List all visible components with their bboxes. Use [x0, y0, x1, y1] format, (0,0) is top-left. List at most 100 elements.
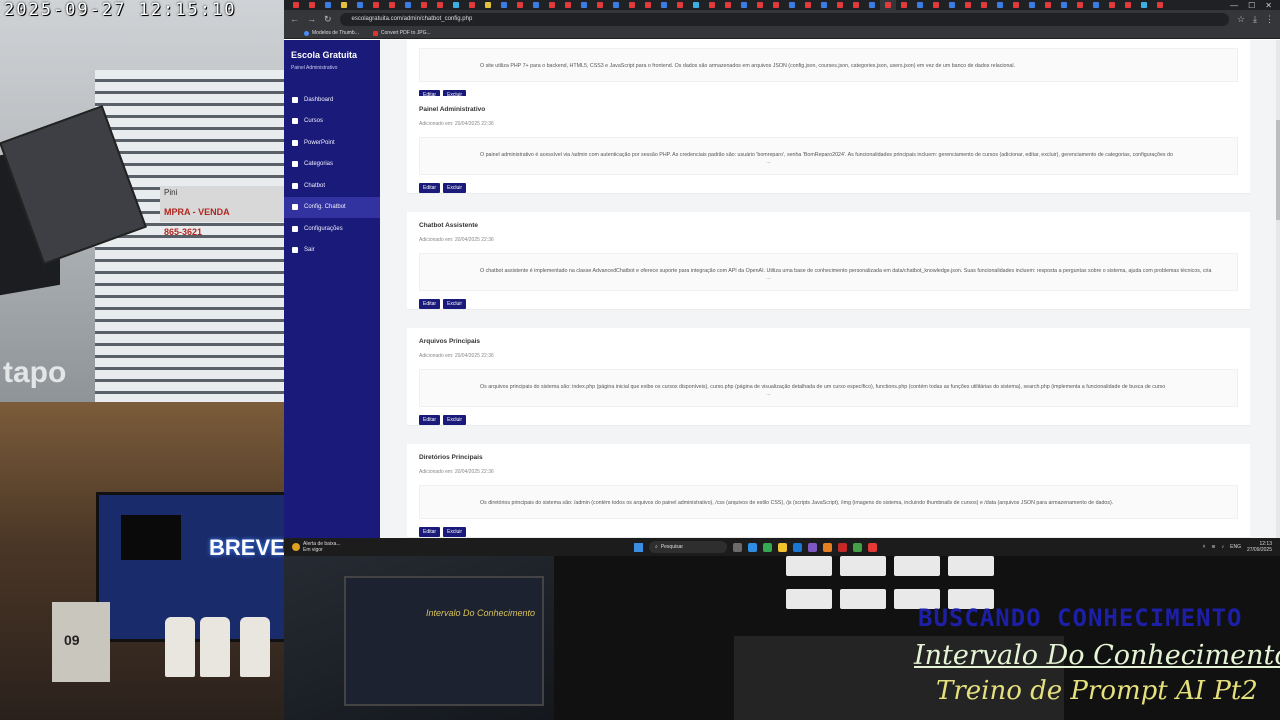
sidebar-item-5[interactable]: Config. Chatbot — [284, 196, 380, 218]
close-icon[interactable]: ✕ — [1265, 1, 1272, 10]
folder-icon[interactable] — [778, 542, 787, 552]
sidebar-item-6[interactable]: Configurações — [284, 218, 380, 240]
browser-tab[interactable] — [800, 0, 816, 10]
browser-tab[interactable] — [944, 0, 960, 10]
browser-tab[interactable] — [352, 0, 368, 10]
browser-tab[interactable] — [736, 0, 752, 10]
browser-tab[interactable] — [544, 0, 560, 10]
browser-tab[interactable] — [400, 0, 416, 10]
browser-tab[interactable] — [832, 0, 848, 10]
browser-tab[interactable] — [592, 0, 608, 10]
delete-button[interactable]: Excluir — [443, 299, 467, 309]
taskbar-search[interactable]: ⌕ Pesquisar — [649, 541, 727, 553]
app-icon[interactable] — [823, 542, 832, 552]
browser-tab[interactable] — [608, 0, 624, 10]
back-icon[interactable]: ← — [290, 14, 299, 24]
browser-tab[interactable] — [480, 0, 496, 10]
browser-tab[interactable] — [688, 0, 704, 10]
browser-tab[interactable] — [752, 0, 768, 10]
browser-tab[interactable] — [768, 0, 784, 10]
browser-tab[interactable] — [528, 0, 544, 10]
browser-tab[interactable] — [896, 0, 912, 10]
browser-tab[interactable] — [1104, 0, 1120, 10]
browser-tab[interactable] — [880, 0, 896, 10]
browser-tab[interactable] — [432, 0, 448, 10]
app-icon[interactable] — [838, 542, 847, 552]
browser-tab[interactable] — [320, 0, 336, 10]
bookmark-item[interactable]: Convert PDF to JPG... — [372, 30, 431, 36]
edit-button[interactable]: Editar — [419, 527, 441, 537]
sidebar-item-1[interactable]: Cursos — [284, 111, 380, 133]
minimize-icon[interactable]: — — [1230, 1, 1238, 10]
browser-tab[interactable] — [656, 0, 672, 10]
scrollbar-thumb[interactable] — [1276, 120, 1280, 220]
browser-tab[interactable] — [1136, 0, 1152, 10]
browser-tab[interactable] — [336, 0, 352, 10]
sidebar-item-4[interactable]: Chatbot — [284, 175, 380, 197]
url-input[interactable]: escolagratuita.com/admin/chatbot_config.… — [339, 12, 1229, 26]
reload-icon[interactable]: ↻ — [324, 14, 332, 25]
browser-tab[interactable] — [1024, 0, 1040, 10]
menu-icon[interactable]: ⋮ — [1265, 14, 1274, 25]
app-icon[interactable] — [808, 542, 817, 552]
weather-alert[interactable]: Alerta de baixa... Em vigor — [284, 541, 404, 553]
sidebar-item-2[interactable]: PowerPoint — [284, 132, 380, 154]
edit-button[interactable]: Editar — [419, 415, 441, 425]
chevron-up-icon[interactable]: ˄ — [1203, 544, 1206, 550]
browser-tab[interactable] — [672, 0, 688, 10]
wifi-icon[interactable]: ≋ — [1211, 544, 1215, 550]
browser-tab[interactable] — [560, 0, 576, 10]
forward-icon[interactable]: → — [307, 14, 316, 24]
sidebar-item-0[interactable]: Dashboard — [284, 89, 380, 111]
browser-tab[interactable] — [928, 0, 944, 10]
browser-tab[interactable] — [1120, 0, 1136, 10]
browser-tab[interactable] — [992, 0, 1008, 10]
browser-tab[interactable] — [912, 0, 928, 10]
browser-tab[interactable] — [576, 0, 592, 10]
browser-tab[interactable] — [1008, 0, 1024, 10]
browser-tab[interactable] — [640, 0, 656, 10]
browser-tab[interactable] — [384, 0, 400, 10]
star-icon[interactable]: ☆ — [1237, 14, 1245, 25]
browser-tab[interactable] — [848, 0, 864, 10]
store-icon[interactable] — [793, 542, 802, 552]
sidebar-item-7[interactable]: Sair — [284, 240, 380, 262]
browser-tab[interactable] — [496, 0, 512, 10]
edit-button[interactable]: Editar — [419, 183, 441, 193]
browser-tab[interactable] — [448, 0, 464, 10]
browser-tab[interactable] — [1040, 0, 1056, 10]
browser-tab[interactable] — [1072, 0, 1088, 10]
browser-tab[interactable] — [464, 0, 480, 10]
windows-start-icon[interactable] — [634, 542, 643, 552]
browser-tab[interactable] — [416, 0, 432, 10]
filezilla-icon[interactable] — [868, 542, 877, 552]
browser-tab[interactable] — [1152, 0, 1168, 10]
sidebar-item-3[interactable]: Categorias — [284, 154, 380, 176]
browser-tab[interactable] — [720, 0, 736, 10]
delete-button[interactable]: Excluir — [443, 183, 467, 193]
browser-tab[interactable] — [976, 0, 992, 10]
download-icon[interactable]: ⤓ — [1253, 14, 1257, 25]
volume-icon[interactable]: ♪ — [1222, 544, 1225, 550]
browser-tab[interactable] — [624, 0, 640, 10]
browser-tab[interactable] — [960, 0, 976, 10]
delete-button[interactable]: Excluir — [443, 527, 467, 537]
language-indicator[interactable]: ENG — [1230, 544, 1241, 550]
browser-tab[interactable] — [784, 0, 800, 10]
app-icon[interactable] — [853, 542, 862, 552]
task-view-icon[interactable] — [733, 542, 742, 552]
edit-button[interactable]: Editar — [419, 299, 441, 309]
delete-button[interactable]: Excluir — [443, 415, 467, 425]
bookmark-item[interactable]: Modelos de Thumb... — [304, 30, 359, 36]
maximize-icon[interactable]: ☐ — [1248, 1, 1255, 10]
browser-tab[interactable] — [1088, 0, 1104, 10]
browser-tab[interactable] — [512, 0, 528, 10]
scrollbar[interactable] — [1276, 40, 1280, 538]
browser-tab[interactable] — [368, 0, 384, 10]
browser-tab[interactable] — [864, 0, 880, 10]
browser-tab[interactable] — [288, 0, 304, 10]
clock[interactable]: 12:13 27/09/2025 — [1247, 541, 1272, 553]
browser-tab[interactable] — [1056, 0, 1072, 10]
browser-tab[interactable] — [816, 0, 832, 10]
browser-tab[interactable] — [704, 0, 720, 10]
